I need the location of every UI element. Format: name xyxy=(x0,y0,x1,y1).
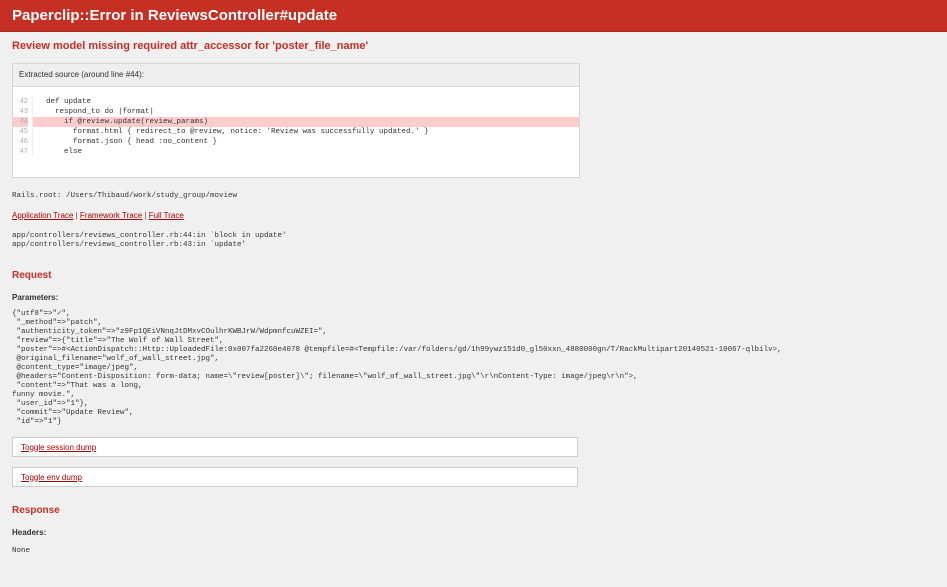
code-line: else xyxy=(37,148,83,156)
page-title: Paperclip::Error in ReviewsController#up… xyxy=(12,7,338,24)
headers-value: None xyxy=(12,547,31,555)
param-line: @headers="Content-Disposition: form-data… xyxy=(12,373,638,381)
line-number: 44 xyxy=(13,117,28,127)
param-line: funny movie.", xyxy=(12,391,76,399)
param-line: "_method"=>"patch", xyxy=(12,319,103,327)
param-line: "authenticity_token"=>"z9Fp1QEiVNnqJtDMx… xyxy=(12,328,328,336)
rails-root: Rails.root: /Users/Thibaud/work/study_gr… xyxy=(12,192,238,200)
param-line: "commit"=>"Update Review", xyxy=(12,409,134,417)
extracted-source-panel: Extracted source (around line #44): 42 43… xyxy=(12,63,580,178)
source-code: def update respond_to do |format| if @re… xyxy=(33,97,579,157)
line-number: 47 xyxy=(19,148,28,156)
trace-separator: | xyxy=(144,211,147,220)
trace-links: Application Trace | Framework Trace | Fu… xyxy=(12,211,935,220)
framework-trace-link[interactable]: Framework Trace xyxy=(80,211,142,220)
param-line: {"utf8"=>"✓", xyxy=(12,310,71,318)
trace-line: app/controllers/reviews_controller.rb:44… xyxy=(12,232,287,240)
code-line: format.json { head :no_content } xyxy=(37,138,218,146)
error-header-bar: Paperclip::Error in ReviewsController#up… xyxy=(0,0,947,32)
full-trace-link[interactable]: Full Trace xyxy=(149,211,184,220)
line-number: 43 xyxy=(19,108,28,116)
extracted-source-heading: Extracted source (around line #44): xyxy=(13,64,579,87)
line-number: 45 xyxy=(19,128,28,136)
code-line: format.html { redirect_to @review, notic… xyxy=(37,128,429,136)
param-line: "user_id"=>"1"}, xyxy=(12,400,89,408)
trace-separator: | xyxy=(75,211,78,220)
code-line: def update xyxy=(37,98,92,106)
error-message: Review model missing required attr_acces… xyxy=(12,40,369,52)
param-line: @original_filename="wolf_of_wall_street.… xyxy=(12,355,220,363)
line-number-gutter: 42 43 44 45 46 47 xyxy=(13,97,33,157)
session-dump-box: Toggle session dump xyxy=(12,437,578,457)
toggle-session-dump-link[interactable]: Toggle session dump xyxy=(21,443,96,452)
param-line: "poster"=>#<ActionDispatch::Http::Upload… xyxy=(12,346,782,354)
highlighted-code-line: if @review.update(review_params) xyxy=(33,117,579,127)
toggle-env-dump-link[interactable]: Toggle env dump xyxy=(21,473,82,482)
param-line: @content_type="image/jpeg", xyxy=(12,364,139,372)
line-number: 42 xyxy=(19,98,28,106)
application-trace-link[interactable]: Application Trace xyxy=(12,211,73,220)
param-line: "id"=>"1"} xyxy=(12,418,62,426)
param-line: "content"=>"That was a long, xyxy=(12,382,143,390)
line-number: 46 xyxy=(19,138,28,146)
code-line: respond_to do |format| xyxy=(37,108,155,116)
trace-line: app/controllers/reviews_controller.rb:43… xyxy=(12,241,247,249)
env-dump-box: Toggle env dump xyxy=(12,467,578,487)
request-heading: Request xyxy=(12,270,52,281)
trace-lines: app/controllers/reviews_controller.rb:44… xyxy=(12,232,935,250)
param-line: "review"=>{"title"=>"The Wolf of Wall St… xyxy=(12,337,224,345)
parameters-dump: {"utf8"=>"✓", "_method"=>"patch", "authe… xyxy=(12,310,935,427)
parameters-label: Parameters: xyxy=(12,293,59,302)
headers-label: Headers: xyxy=(12,528,47,537)
response-heading: Response xyxy=(12,505,60,516)
main-content: Review model missing required attr_acces… xyxy=(0,32,947,556)
